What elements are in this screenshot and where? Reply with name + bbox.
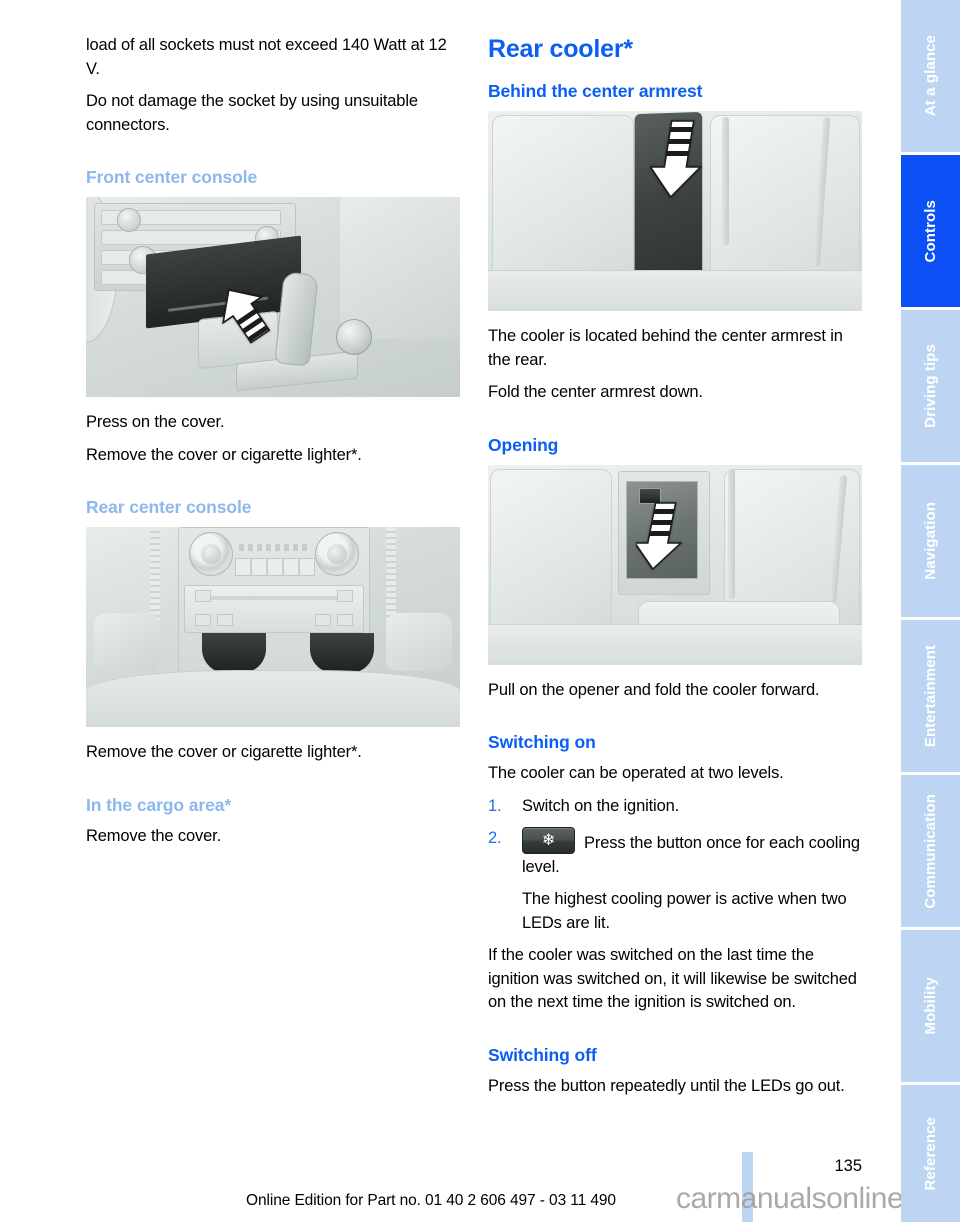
figure-rear-armrest (488, 111, 862, 311)
tab-reference[interactable]: Reference (901, 1085, 960, 1222)
opening-line-1: Pull on the opener and fold the cooler f… (488, 680, 820, 699)
tab-label: Controls (922, 199, 939, 263)
heading-front-center-console: Front center console (86, 167, 258, 187)
left-column: load of all sockets must not exceed 140 … (86, 34, 460, 857)
heading-behind-center-armrest: Behind the center armrest (488, 81, 703, 101)
armrest-line-1: The cooler is located behind the center … (488, 327, 843, 369)
heading-rear-center-console: Rear center console (86, 497, 252, 517)
armrest-line-2: Fold the center armrest down. (488, 383, 703, 401)
cup-holder-left (202, 633, 266, 673)
heading-opening: Opening (488, 434, 559, 455)
snowflake-button-icon[interactable]: ❄ (522, 827, 575, 854)
step-2: 2. ❄ Press the button once for each cool… (488, 827, 862, 935)
tab-label: Navigation (922, 502, 939, 580)
rear-media-unit (184, 585, 364, 633)
chapter-tab-rail: At a glance Controls Driving tips Naviga… (901, 0, 960, 1222)
switching-on-steps: 1. Switch on the ignition. 2. ❄ Press th… (488, 795, 862, 936)
figure-rear-center-console (86, 527, 460, 727)
tab-entertainment[interactable]: Entertainment (901, 620, 960, 772)
figure-cooler-opener (488, 464, 862, 665)
step-1-number: 1. (488, 796, 502, 815)
step-1-text: Switch on the ignition. (522, 796, 680, 815)
step-2-number: 2. (488, 829, 502, 847)
tab-navigation[interactable]: Navigation (901, 465, 960, 617)
tab-at-a-glance[interactable]: At a glance (901, 0, 960, 152)
snowflake-glyph: ❄ (541, 831, 556, 849)
seat-cushion (488, 270, 862, 311)
cup-holder-right (310, 633, 374, 673)
page-number: 135 (834, 1157, 862, 1175)
heading-switching-on: Switching on (488, 732, 596, 752)
tab-driving-tips[interactable]: Driving tips (901, 310, 960, 462)
intro-paragraph: load of all sockets must not exceed 140 … (86, 36, 447, 78)
cargo-area-line-1: Remove the cover. (86, 826, 222, 845)
tab-label: Driving tips (922, 344, 939, 428)
right-column: Rear cooler* Behind the center armrest T… (488, 34, 862, 1107)
tab-label: Entertainment (922, 644, 939, 748)
rear-bench (86, 670, 460, 727)
tab-mobility[interactable]: Mobility (901, 930, 960, 1082)
idrive-controller (336, 319, 372, 355)
page-title: Rear cooler* (488, 35, 633, 63)
manual-page: load of all sockets must not exceed 140 … (0, 0, 960, 1222)
front-console-line-2: Remove the cover or cigarette lighter*. (86, 445, 362, 464)
step-2-subtext: The highest cooling power is active when… (522, 890, 847, 932)
warning-paragraph: Do not damage the socket by using unsuit… (86, 92, 418, 134)
heading-switching-off: Switching off (488, 1044, 597, 1065)
seat-cushion (488, 623, 862, 665)
step-1: 1. Switch on the ignition. (488, 795, 862, 819)
tab-label: Reference (922, 1116, 939, 1191)
fold-down-arrow-icon (650, 120, 703, 199)
heading-cargo-area: In the cargo area* (86, 794, 232, 815)
front-console-line-1: Press on the cover. (86, 413, 225, 431)
tab-controls[interactable]: Controls (901, 155, 960, 307)
switching-on-intro: The cooler can be operated at two levels… (488, 764, 784, 782)
pull-down-arrow-icon (636, 501, 683, 570)
tab-label: Communication (922, 793, 939, 909)
press-arrow-icon (222, 288, 271, 344)
switching-on-outro: If the cooler was switched on the last t… (488, 946, 857, 1011)
tab-label: Mobility (922, 977, 939, 1035)
figure-front-center-console (86, 197, 460, 397)
tab-communication[interactable]: Communication (901, 775, 960, 927)
switching-off-line-1: Press the button repeatedly until the LE… (488, 1076, 845, 1095)
seat-shape (340, 197, 460, 339)
rear-console-line-1: Remove the cover or cigarette lighter*. (86, 743, 362, 761)
tab-label: At a glance (922, 35, 939, 117)
